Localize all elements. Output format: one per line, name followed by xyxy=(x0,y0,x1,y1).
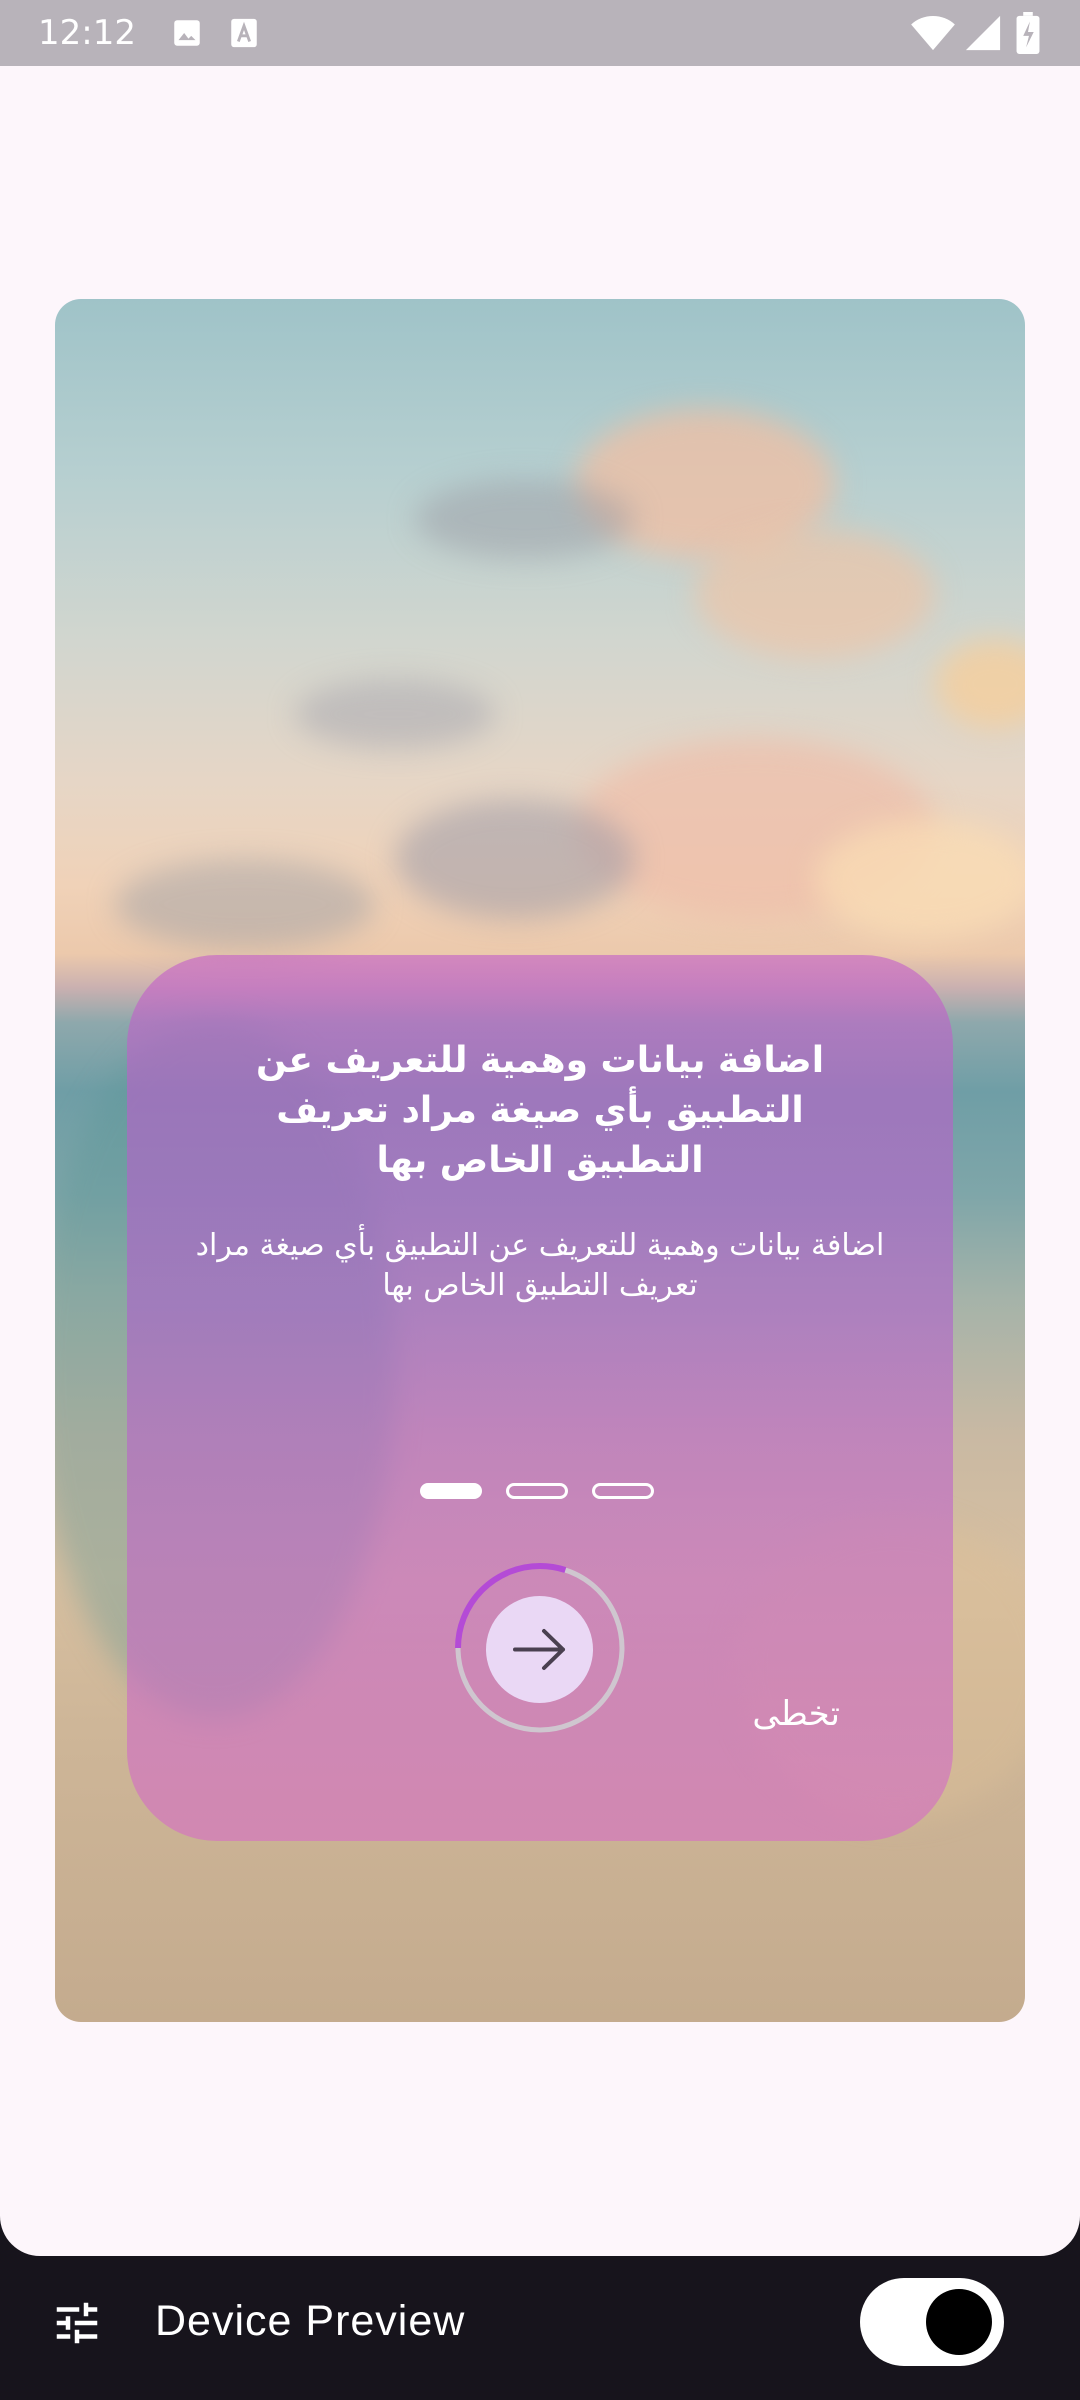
status-time: 12:12 xyxy=(38,13,136,53)
battery-charging-icon xyxy=(1016,12,1040,54)
status-bar: 12:12 xyxy=(0,0,1080,66)
device-preview-label: Device Preview xyxy=(155,2297,466,2345)
font-icon xyxy=(231,18,257,48)
onboarding-title: اضافة بيانات وهمية للتعريف عن التطبيق بأ… xyxy=(255,1040,825,1181)
page-indicator-dot-3 xyxy=(592,1483,654,1499)
page-indicator-dot-1 xyxy=(420,1483,482,1499)
app-screen: 12:12 اضافة بيانات وهمية للتعريف عن التط… xyxy=(0,0,1080,2256)
tune-icon[interactable] xyxy=(50,2296,104,2350)
signal-icon xyxy=(965,15,1001,51)
toggle-knob xyxy=(926,2289,992,2355)
arrow-right-icon xyxy=(513,1629,565,1670)
page-indicator-dot-2 xyxy=(506,1483,568,1499)
skip-button[interactable]: تخطى xyxy=(700,1692,840,1736)
next-button[interactable] xyxy=(486,1596,593,1703)
image-icon xyxy=(174,20,200,46)
wifi-icon xyxy=(911,15,955,51)
onboarding-description: اضافة بيانات وهمية للتعريف عن التطبيق بأ… xyxy=(195,1228,885,1303)
device-preview-toggle[interactable] xyxy=(860,2278,1004,2366)
